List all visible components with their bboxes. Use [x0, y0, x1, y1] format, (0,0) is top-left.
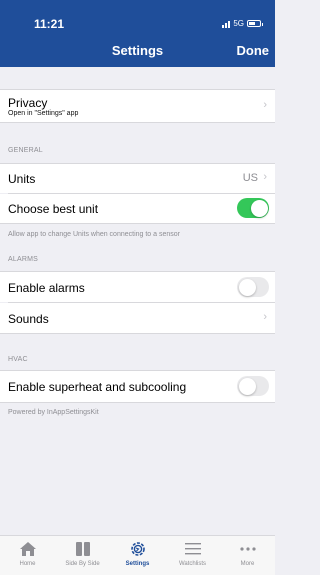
- home-icon: [19, 540, 37, 558]
- enable-alarms-label: Enable alarms: [8, 281, 85, 295]
- sounds-label: Sounds: [8, 312, 49, 326]
- superheat-cell: Enable superheat and subcooling: [0, 371, 275, 402]
- units-label: Units: [8, 172, 36, 186]
- tab-label: Watchlists: [178, 561, 207, 567]
- privacy-subtitle: Open in "Settings" app: [8, 110, 79, 117]
- network-label: 5G: [233, 19, 244, 28]
- alarms-section-header: ALARMS: [8, 256, 38, 263]
- units-cell[interactable]: Units US ›: [0, 164, 275, 193]
- gear-icon: [129, 540, 147, 558]
- tab-settings[interactable]: Settings: [110, 536, 165, 575]
- choose-best-unit-cell: Choose best unit: [0, 194, 275, 223]
- privacy-cell[interactable]: Privacy Open in "Settings" app ›: [0, 90, 275, 122]
- enable-alarms-cell: Enable alarms: [0, 272, 275, 302]
- more-icon: [239, 540, 257, 558]
- tab-label: Side By Side: [65, 561, 100, 567]
- choose-best-unit-label: Choose best unit: [8, 202, 99, 216]
- chevron-right-icon: ›: [263, 311, 267, 323]
- tab-label: Home: [19, 561, 36, 567]
- tab-watchlists[interactable]: Watchlists: [165, 536, 220, 575]
- privacy-label: Privacy: [8, 96, 48, 110]
- tab-home[interactable]: Home: [0, 536, 55, 575]
- superheat-label: Enable superheat and subcooling: [8, 380, 187, 394]
- choose-best-unit-toggle[interactable]: [237, 198, 269, 218]
- status-time: 11:21: [34, 17, 65, 31]
- sounds-cell[interactable]: Sounds ›: [0, 303, 275, 333]
- enable-alarms-toggle[interactable]: [237, 277, 269, 297]
- list-icon: [184, 540, 202, 558]
- tab-label: Settings: [125, 561, 150, 567]
- tab-side-by-side[interactable]: Side By Side: [55, 536, 110, 575]
- hvac-section-header: HVAC: [8, 356, 28, 363]
- tab-label: More: [240, 561, 255, 567]
- chevron-right-icon: ›: [263, 99, 267, 111]
- navigation-bar: 11:21 5G Settings Done: [0, 0, 275, 67]
- powered-by-text: Powered by InAppSettingsKit: [8, 409, 99, 416]
- tab-bar: Home Side By Side Settings Watchlists Mo…: [0, 535, 275, 575]
- status-indicators: 5G: [222, 19, 263, 28]
- superheat-toggle[interactable]: [237, 376, 269, 396]
- page-title: Settings: [111, 43, 164, 58]
- general-section-footer: Allow app to change Units when connectin…: [8, 231, 180, 238]
- general-section-header: GENERAL: [8, 147, 43, 154]
- tab-more[interactable]: More: [220, 536, 275, 575]
- chevron-right-icon: ›: [263, 171, 267, 183]
- side-by-side-icon: [74, 540, 92, 558]
- signal-icon: [222, 20, 231, 28]
- units-value: US: [242, 172, 258, 184]
- done-button[interactable]: Done: [237, 43, 270, 58]
- battery-icon: [247, 20, 263, 27]
